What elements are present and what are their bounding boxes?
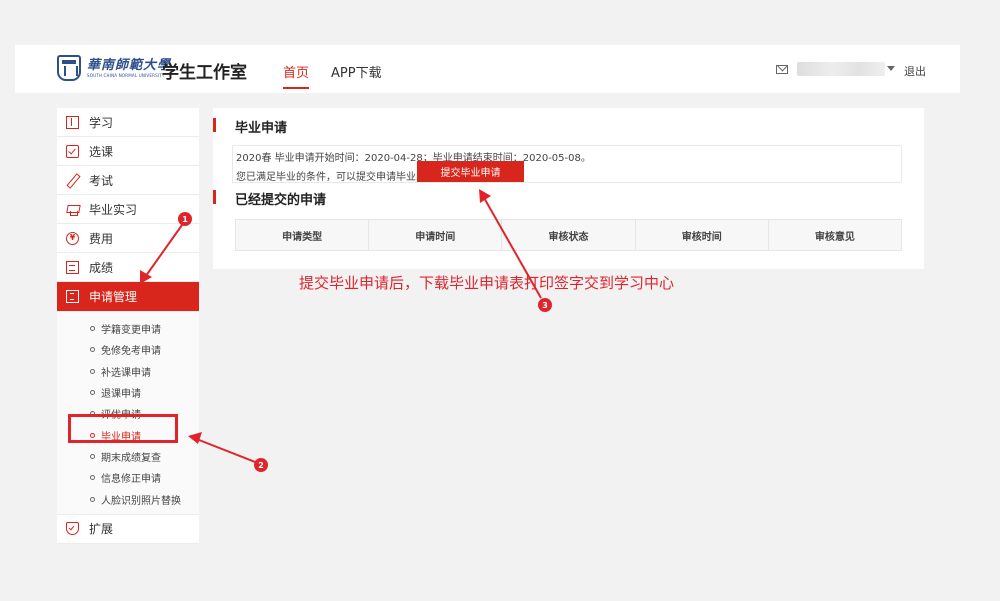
- annotation-highlight-box: [68, 414, 178, 443]
- section-title-submitted: 已经提交的申请: [235, 193, 327, 208]
- logo-name-cn: 華南師範大學: [87, 57, 172, 73]
- circle-bullet-icon: [90, 347, 95, 353]
- logout-link[interactable]: 退出: [904, 63, 926, 79]
- sidebar-item-label: 毕业实习: [89, 202, 138, 217]
- sidebar-item-label: 考试: [89, 173, 114, 188]
- sidebar-item-fees[interactable]: ¥ 费用: [57, 224, 199, 253]
- section-marker: [213, 190, 216, 204]
- sidebar-item-label: 成绩: [89, 260, 114, 275]
- submenu-item-exemption[interactable]: 免修免考申请: [57, 339, 199, 360]
- column-header: 申请类型: [236, 220, 370, 250]
- submenu-item-face-photo[interactable]: 人脸识别照片替换: [57, 488, 199, 509]
- submenu-item-label: 退课申请: [101, 389, 141, 401]
- graduation-cap-icon: [66, 203, 79, 216]
- graduation-info-box: 2020春 毕业申请开始时间：2020-04-28；毕业申请结束时间：2020-…: [232, 145, 902, 183]
- column-header: 审核时间: [636, 220, 769, 250]
- nav-app-download[interactable]: APP下载: [331, 62, 382, 81]
- submenu-item-add-course[interactable]: 补选课申请: [57, 361, 199, 382]
- sidebar-item-exam[interactable]: 考试: [57, 166, 199, 195]
- section-title-graduation: 毕业申请: [235, 121, 288, 136]
- pen-icon: [66, 174, 79, 187]
- chevron-down-icon[interactable]: [887, 66, 895, 71]
- submenu-item-label: 免修免考申请: [101, 346, 161, 358]
- annotation-note: 提交毕业申请后，下载毕业申请表打印签字交到学习中心: [299, 274, 675, 292]
- yen-icon: ¥: [66, 231, 79, 245]
- sidebar-item-grades[interactable]: 成绩: [57, 253, 199, 282]
- apply-icon: [66, 290, 79, 303]
- circle-bullet-icon: [90, 496, 95, 502]
- section-marker: [213, 118, 216, 132]
- sidebar-item-label: 扩展: [89, 522, 114, 537]
- sidebar-item-study[interactable]: 学习: [57, 108, 199, 137]
- user-name-blurred[interactable]: [797, 62, 885, 76]
- submenu-item-grade-review[interactable]: 期末成绩复查: [57, 446, 199, 467]
- circle-bullet-icon: [90, 475, 95, 481]
- shield-icon: [66, 522, 79, 536]
- university-seal-icon: [57, 55, 81, 81]
- site-title: 学生工作室: [162, 63, 247, 83]
- sidebar-item-label: 选课: [89, 144, 114, 159]
- logo-name-en: SOUTH CHINA NORMAL UNIVERSITY: [87, 72, 165, 78]
- step-badge-1: 1: [178, 212, 192, 226]
- column-header: 审核状态: [502, 220, 636, 250]
- checkbox-icon: [66, 144, 79, 158]
- column-header: 审核意见: [814, 231, 855, 243]
- submenu-item-label: 补选课申请: [101, 367, 151, 379]
- arrow-line: [193, 437, 256, 463]
- circle-bullet-icon: [90, 326, 95, 332]
- submenu-item-info-correction[interactable]: 信息修正申请: [57, 467, 199, 488]
- eligibility-text: 您已满足毕业的条件，可以提交申请毕业: [236, 172, 416, 183]
- sidebar-item-extension[interactable]: 扩展: [57, 515, 199, 544]
- submenu-item-label: 期末成绩复查: [101, 452, 161, 464]
- step-badge-2: 2: [254, 458, 268, 472]
- mail-icon[interactable]: [776, 65, 788, 74]
- submenu-item-status-change[interactable]: 学籍变更申请: [57, 318, 199, 339]
- circle-bullet-icon: [90, 453, 95, 459]
- nav-home[interactable]: 首页: [283, 62, 310, 89]
- sidebar-item-label: 学习: [89, 115, 114, 130]
- submitted-applications-table: 申请类型 申请时间 审核状态 审核时间 审核意见: [235, 219, 902, 251]
- book-icon: [66, 115, 79, 129]
- main-panel: 毕业申请 2020春 毕业申请开始时间：2020-04-28；毕业申请结束时间：…: [213, 108, 924, 269]
- step-badge-3: 3: [538, 298, 552, 312]
- column-header: 申请时间: [369, 220, 503, 250]
- submenu-item-label: 学籍变更申请: [101, 325, 161, 337]
- sidebar-item-course-selection[interactable]: 选课: [57, 137, 199, 166]
- submenu-item-label: 信息修正申请: [101, 474, 161, 486]
- top-header: 華南師範大學 SOUTH CHINA NORMAL UNIVERSITY 学生工…: [15, 45, 960, 93]
- university-logo[interactable]: 華南師範大學 SOUTH CHINA NORMAL UNIVERSITY: [57, 55, 171, 81]
- sidebar: 学习 选课 考试 毕业实习 ¥ 费用 成绩 申请管理 学籍变更申请 免修免考申请…: [57, 108, 199, 544]
- submenu-item-drop-course[interactable]: 退课申请: [57, 382, 199, 403]
- submit-graduation-button[interactable]: 提交毕业申请: [417, 161, 524, 182]
- sidebar-item-label: 费用: [89, 231, 114, 246]
- application-period-text: 2020春 毕业申请开始时间：2020-04-28；毕业申请结束时间：2020-…: [236, 153, 591, 164]
- logo-text: 華南師範大學 SOUTH CHINA NORMAL UNIVERSITY: [87, 58, 171, 79]
- circle-bullet-icon: [90, 368, 95, 374]
- sidebar-item-application-management[interactable]: 申请管理: [57, 282, 199, 312]
- submenu-item-label: 人脸识别照片替换: [101, 495, 181, 507]
- sidebar-item-label: 申请管理: [89, 290, 138, 304]
- grade-icon: [66, 260, 79, 274]
- circle-bullet-icon: [90, 390, 95, 396]
